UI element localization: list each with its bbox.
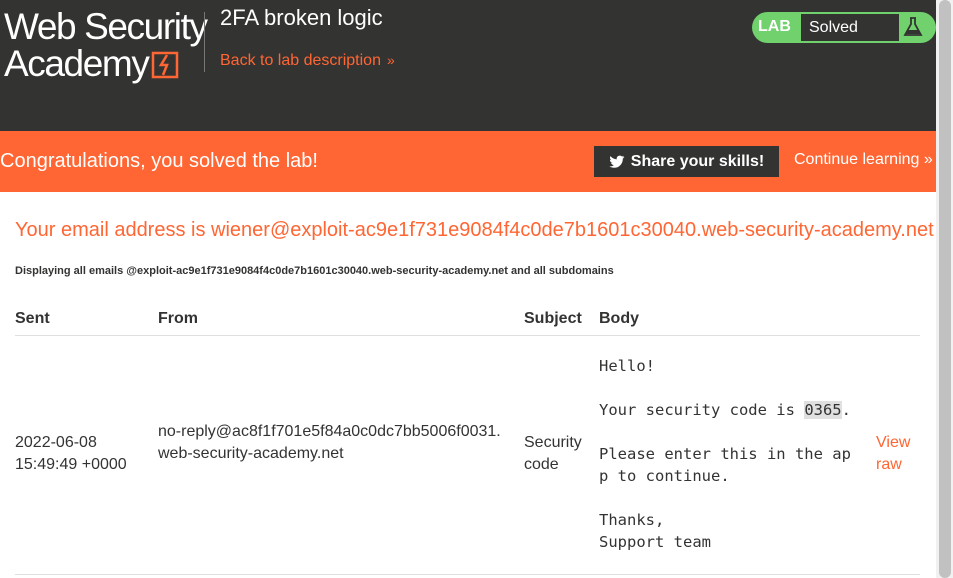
- share-button-label: Share your skills!: [630, 152, 765, 170]
- flask-icon: [903, 17, 923, 36]
- table-header-divider: [15, 335, 920, 336]
- logo-line1: Web Security: [4, 6, 208, 47]
- solved-banner: Congratulations, you solved the lab! Sha…: [0, 131, 936, 192]
- email-display-note: Displaying all emails @exploit-ac9e1f731…: [15, 265, 614, 277]
- lab-title: 2FA broken logic: [220, 5, 383, 30]
- lab-status-text: Solved: [801, 14, 899, 41]
- back-to-lab-description-link[interactable]: Back to lab description »: [220, 52, 395, 70]
- column-header-body: Body: [599, 310, 639, 327]
- body-code-prefix: Your security code is: [599, 401, 805, 419]
- lightning-icon: [151, 51, 179, 79]
- body-cell: Hello! Your security code is 0365. Pleas…: [599, 355, 851, 553]
- body-code-suffix: .: [841, 401, 851, 419]
- subject-cell: Security code: [524, 434, 582, 473]
- page-header: Web Security Academy 2FA broken logic Ba…: [0, 0, 936, 131]
- body-signoff: Support team: [599, 533, 711, 551]
- sent-cell: 2022-06-08 15:49:49 +0000: [15, 432, 127, 476]
- vertical-scrollbar-thumb[interactable]: [939, 0, 951, 578]
- email-address-heading: Your email address is wiener@exploit-ac9…: [15, 219, 934, 241]
- column-header-from: From: [158, 310, 198, 327]
- column-header-subject: Subject: [524, 310, 582, 327]
- body-greeting: Hello!: [599, 357, 655, 375]
- body-instruction-part2: p to continue.: [599, 467, 730, 485]
- header-divider: [204, 12, 205, 72]
- share-skills-button[interactable]: Share your skills!: [594, 146, 779, 177]
- column-header-sent: Sent: [15, 310, 50, 327]
- security-code: 0365: [804, 401, 842, 419]
- logo-line2: Academy: [4, 43, 150, 84]
- back-link-label: Back to lab description: [220, 52, 381, 69]
- table-row-divider: [15, 574, 920, 575]
- continue-learning-label: Continue learning: [794, 151, 920, 168]
- lab-status-tag: LAB: [758, 18, 791, 35]
- body-thanks: Thanks,: [599, 511, 665, 529]
- congratulations-message: Congratulations, you solved the lab!: [0, 150, 318, 172]
- chevron-right-icon: »: [919, 151, 933, 168]
- body-instruction-part1: Please enter this in the ap: [599, 445, 851, 463]
- continue-learning-link[interactable]: Continue learning »: [794, 151, 933, 169]
- chevron-right-icon: »: [386, 52, 395, 68]
- sent-time: 15:49:49 +0000: [15, 456, 127, 473]
- web-security-academy-logo[interactable]: Web Security Academy: [2, 4, 208, 84]
- view-raw-link[interactable]: View raw: [876, 432, 926, 476]
- from-cell: no-reply@ac8f1f701e5f84a0c0dc7bb5006f003…: [158, 423, 501, 462]
- sent-date: 2022-06-08: [15, 434, 97, 451]
- twitter-icon: [609, 155, 625, 168]
